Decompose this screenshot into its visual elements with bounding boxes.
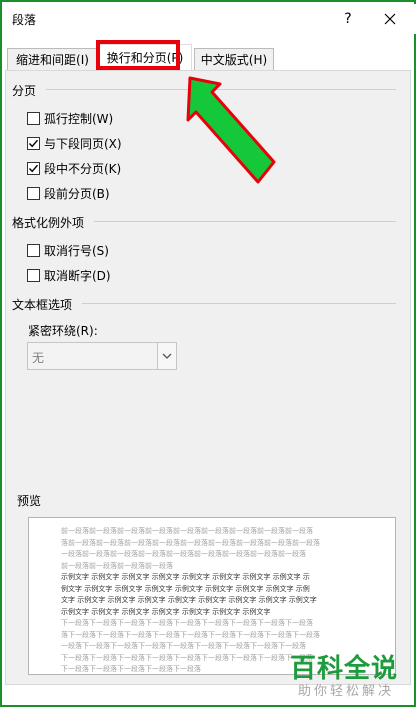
tab-line-page-breaks[interactable]: 换行和分页(P) (98, 44, 192, 72)
preview-line: 前一段落前一段落前一段落前一段落 (61, 561, 173, 570)
dialog-title: 段落 (12, 13, 37, 27)
checkbox-unchecked-icon (27, 186, 40, 200)
preview-line: 落前一段落前一段落前一段落前一段落前一段落前一段落前一段落前一段落前一段落 (61, 538, 320, 547)
watermark-slogan: 助你轻松解决 (298, 684, 395, 699)
preview-line: 示例文字 示例文字 示例文字 示例文字 示例文字 示例文字 示例文字 (61, 607, 271, 616)
preview-line: 一段落前一段落前一段落前一段落前一段落前一段落前一段落前一段落前一段落 (61, 550, 306, 558)
checkbox-unchecked-icon (27, 268, 40, 282)
checkbox-label: 与下段同页(X) (44, 136, 122, 151)
section-divider (46, 89, 396, 90)
format-exceptions-section-title: 格式化例外项 (12, 216, 85, 230)
preview-line: 前一段落前一段落前一段落前一段落前一段落前一段落前一段落前一段落前一段落 (61, 527, 313, 535)
preview-line: 示例文字 示例文字 示例文字 示例文字 示例文字 示例文字 示例文字 示例文字 … (61, 573, 310, 581)
preview-line: 落下一段落下一段落下一段落下一段落下一段落下一段落下一段落下一段落下一段落 (61, 630, 320, 639)
checkbox-label: 孤行控制(W) (44, 111, 114, 126)
checkbox-label: 取消行号(S) (44, 243, 109, 258)
tight-wrap-dropdown[interactable]: 无 (27, 342, 177, 370)
widow-control-checkbox[interactable]: 孤行控制(W) (27, 110, 113, 126)
chevron-down-icon (162, 353, 172, 359)
tight-wrap-label: 紧密环绕(R): (28, 324, 98, 338)
section-divider (94, 221, 396, 222)
checkmark-icon (27, 161, 40, 175)
close-icon (384, 13, 396, 25)
keep-with-next-checkbox[interactable]: 与下段同页(X) (27, 135, 122, 151)
preview-title: 预览 (17, 494, 42, 508)
close-button[interactable] (378, 7, 402, 31)
checkbox-unchecked-icon (27, 111, 40, 125)
tab-strip: 缩进和间距(I) 中文版式(H) 换行和分页(P) (4, 42, 416, 72)
textbox-options-section-title: 文本框选项 (12, 298, 73, 312)
checkbox-label: 取消断字(D) (44, 268, 111, 283)
tab-indents-spacing[interactable]: 缩进和间距(I) (7, 48, 98, 72)
tight-wrap-value: 无 (32, 351, 45, 365)
checkbox-label: 段前分页(B) (44, 186, 110, 201)
dropdown-button[interactable] (157, 343, 176, 369)
preview-line: 下一段落下一段落下一段落下一段落下一段落下一段落下一段落下一段落下一段落 (61, 619, 313, 627)
help-button[interactable]: ? (336, 7, 360, 31)
dont-hyphenate-checkbox[interactable]: 取消断字(D) (27, 267, 111, 283)
title-bar: 段落 ? (4, 4, 416, 34)
page-break-before-checkbox[interactable]: 段前分页(B) (27, 185, 110, 201)
checkbox-unchecked-icon (27, 243, 40, 257)
section-divider (82, 303, 396, 304)
tab-asian-typography[interactable]: 中文版式(H) (194, 48, 274, 72)
suppress-line-numbers-checkbox[interactable]: 取消行号(S) (27, 242, 109, 258)
preview-line: 例文字 示例文字 示例文字 示例文字 示例文字 示例文字 示例文字 示例文字 示… (61, 584, 310, 593)
checkmark-icon (27, 136, 40, 150)
pagination-section-title: 分页 (12, 84, 37, 98)
preview-line: 文字 示例文字 示例文字 示例文字 示例文字 示例文字 示例文字 示例文字 示例… (61, 596, 317, 604)
checkbox-label: 段中不分页(K) (44, 161, 122, 176)
keep-lines-together-checkbox[interactable]: 段中不分页(K) (27, 160, 121, 176)
